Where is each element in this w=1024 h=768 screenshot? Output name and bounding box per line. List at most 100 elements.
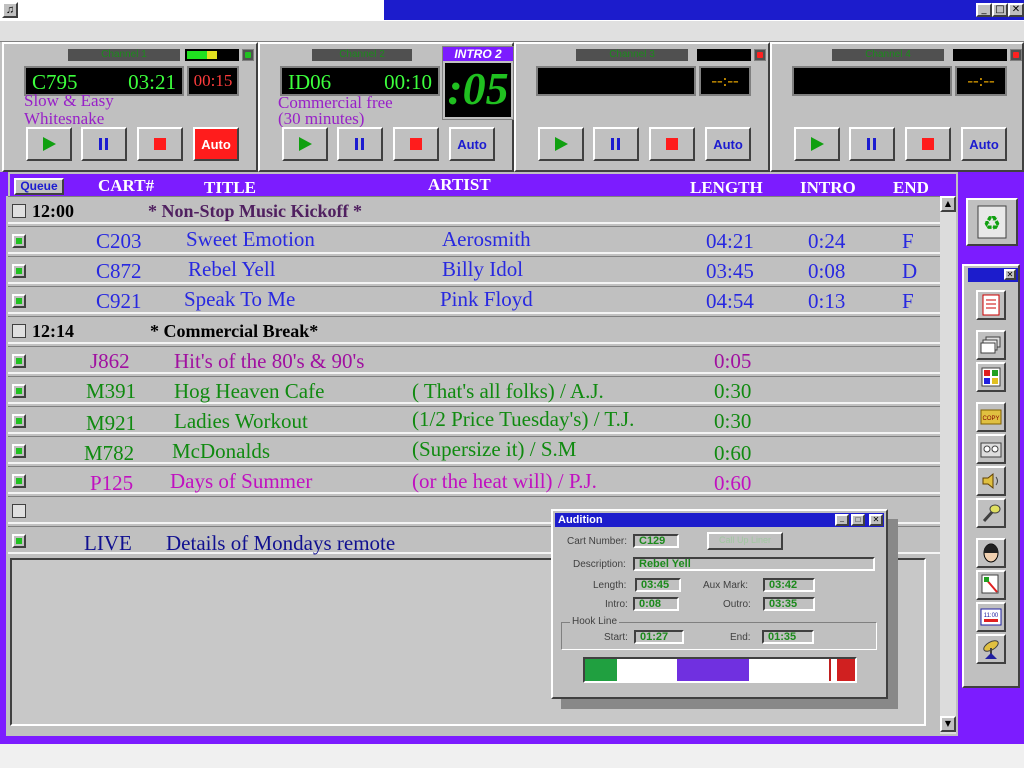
section-row[interactable]: 12:14 * Commercial Break* (8, 316, 942, 344)
channel-4-auto-button[interactable]: Auto (961, 127, 1007, 161)
playlist-row[interactable]: M782 McDonalds (Supersize it) / S.M 0:60 (8, 436, 942, 465)
tool-palette-close-button[interactable]: ✕ (1004, 269, 1016, 280)
hook-line-group: Hook Line Start: 01:27 End: 01:35 (561, 616, 877, 650)
intro-field[interactable]: 0:08 (633, 597, 679, 611)
row-intro: 0:08 (808, 259, 846, 283)
channel-4-stop-button[interactable] (905, 127, 951, 161)
channel-4-pause-button[interactable] (849, 127, 895, 161)
channel-3-stop-button[interactable] (649, 127, 695, 161)
row-intro: 0:24 (808, 229, 846, 253)
microphone-icon[interactable] (976, 498, 1006, 528)
description-field[interactable]: Rebel Yell (633, 557, 875, 571)
audition-progress-bar[interactable] (583, 657, 857, 683)
minimize-button[interactable]: _ (976, 3, 992, 17)
row-title: Hog Heaven Cafe (174, 379, 325, 403)
outro-field[interactable]: 03:35 (763, 597, 815, 611)
close-button[interactable]: ✕ (1008, 3, 1024, 17)
channel-3-panel: Channel 3 --:-- Auto (514, 42, 770, 172)
play-icon (555, 137, 568, 151)
channel-2-auto-button[interactable]: Auto (449, 127, 495, 161)
playlist-row[interactable]: C872 Rebel Yell Billy Idol 03:45 0:08 D (8, 256, 942, 284)
row-title: Rebel Yell (188, 257, 276, 281)
channel-4-status-led[interactable] (1010, 49, 1022, 61)
channel-1-play-button[interactable] (26, 127, 72, 161)
section-row[interactable]: 12:00 * Non-Stop Music Kickoff * (8, 196, 942, 224)
row-led[interactable] (12, 444, 26, 458)
channel-3-play-button[interactable] (538, 127, 584, 161)
row-led[interactable] (12, 474, 26, 488)
channel-4-play-button[interactable] (794, 127, 840, 161)
channel-3-pause-button[interactable] (593, 127, 639, 161)
audition-minimize-button[interactable]: _ (835, 514, 849, 526)
row-led[interactable] (12, 294, 26, 308)
row-artist: (or the heat will) / P.J. (412, 469, 597, 493)
row-checkbox[interactable] (12, 204, 26, 218)
log-icon[interactable] (976, 290, 1006, 320)
row-length: 0:05 (714, 349, 752, 373)
end-column-header[interactable]: END (893, 178, 929, 198)
audition-close-button[interactable]: ✕ (869, 514, 883, 526)
length-field[interactable]: 03:45 (635, 578, 681, 592)
intro-column-header[interactable]: INTRO (800, 178, 856, 198)
app-icon[interactable]: ♫ (2, 2, 18, 18)
aux-mark-field[interactable]: 03:42 (763, 578, 815, 592)
row-checkbox[interactable] (12, 504, 26, 518)
title-column-header[interactable]: TITLE (204, 178, 256, 198)
row-led[interactable] (12, 354, 26, 368)
cart-number-field[interactable]: C129 (633, 534, 679, 548)
channel-1-auto-button[interactable]: Auto (193, 127, 239, 161)
grid-icon[interactable] (976, 362, 1006, 392)
audition-maximize-button[interactable]: □ (851, 514, 865, 526)
channel-2-pause-button[interactable] (337, 127, 383, 161)
top-strip (0, 20, 1024, 42)
row-length: 0:60 (714, 471, 752, 495)
maximize-button[interactable]: □ (992, 3, 1008, 17)
cart-stack-icon[interactable] (976, 330, 1006, 360)
aux-mark-marker[interactable] (829, 659, 831, 681)
hook-end-field[interactable]: 01:35 (762, 630, 814, 644)
audition-title: Audition (558, 514, 603, 526)
playlist-row[interactable]: C203 Sweet Emotion Aerosmith 04:21 0:24 … (8, 226, 942, 254)
dj-face-icon[interactable] (976, 538, 1006, 568)
channel-2-play-button[interactable] (282, 127, 328, 161)
speaker-icon[interactable] (976, 466, 1006, 496)
length-column-header[interactable]: LENGTH (690, 178, 763, 198)
tape-deck-icon[interactable] (976, 434, 1006, 464)
row-led[interactable] (12, 384, 26, 398)
row-led[interactable] (12, 234, 26, 248)
playlist-row[interactable]: M921 Ladies Workout (1/2 Price Tuesday's… (8, 406, 942, 435)
row-led[interactable] (12, 264, 26, 278)
playlist-row[interactable]: J862 Hit's of the 80's & 90's 0:05 (8, 346, 942, 374)
row-led[interactable] (12, 534, 26, 548)
row-led[interactable] (12, 414, 26, 428)
channel-3-status-led[interactable] (754, 49, 766, 61)
channel-2-stop-button[interactable] (393, 127, 439, 161)
channel-1-stop-button[interactable] (137, 127, 183, 161)
clock-icon[interactable]: 11:00 (976, 602, 1006, 632)
recycle-bin[interactable]: ♻ (966, 198, 1018, 246)
playlist-row[interactable]: C921 Speak To Me Pink Floyd 04:54 0:13 F (8, 286, 942, 314)
playlist-row[interactable]: P125 Days of Summer (or the heat will) /… (8, 466, 942, 495)
channel-3-auto-button[interactable]: Auto (705, 127, 751, 161)
call-up-liner-button[interactable]: Call Up Liner (707, 532, 783, 550)
channel-1-status-led[interactable] (242, 49, 254, 61)
level-meter (953, 49, 1007, 61)
row-title: McDonalds (172, 439, 270, 463)
row-checkbox[interactable] (12, 324, 26, 338)
satellite-icon[interactable] (976, 634, 1006, 664)
playlist-row[interactable]: M391 Hog Heaven Cafe ( That's all folks)… (8, 376, 942, 404)
scroll-down-button[interactable]: ▼ (940, 716, 956, 732)
artist-column-header[interactable]: ARTIST (428, 175, 491, 195)
cart-move-icon[interactable] (976, 570, 1006, 600)
section-title: * Non-Stop Music Kickoff * (148, 201, 363, 221)
intro-label: INTRO 2 (443, 47, 513, 61)
hook-start-field[interactable]: 01:27 (634, 630, 684, 644)
copy-icon[interactable]: COPY (976, 402, 1006, 432)
row-cart: J862 (90, 349, 130, 373)
cart-column-header[interactable]: CART# (98, 176, 154, 196)
scroll-up-button[interactable]: ▲ (940, 196, 956, 212)
channel-1-pause-button[interactable] (81, 127, 127, 161)
playlist-scrollbar[interactable]: ▲ ▼ (940, 196, 956, 734)
queue-button[interactable]: Queue (14, 178, 64, 195)
tool-palette: ✕ COPY 11:00 (962, 264, 1020, 688)
